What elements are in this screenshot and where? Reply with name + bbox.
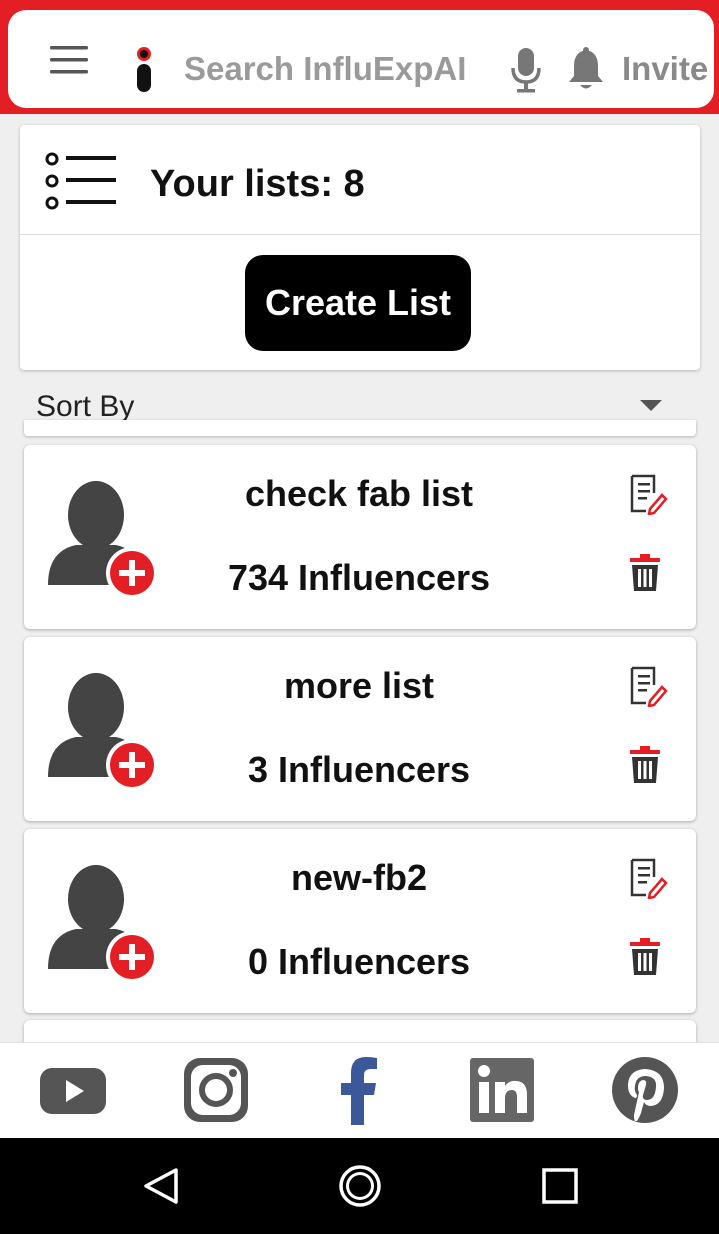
logo-icon: [137, 47, 151, 92]
lists-summary-card: Your lists: 8 Create List: [20, 125, 700, 370]
pinterest-icon[interactable]: [610, 1055, 680, 1125]
linkedin-icon[interactable]: [467, 1055, 537, 1125]
sort-label: Sort By: [36, 390, 135, 423]
divider: [20, 234, 700, 235]
trash-icon[interactable]: [628, 553, 662, 593]
influencer-count: 3 Influencers: [247, 749, 471, 790]
influencer-count: 0 Influencers: [247, 941, 471, 982]
user-add-icon: [48, 865, 158, 983]
lists-count-title: Your lists: 8: [150, 163, 365, 205]
microphone-icon[interactable]: [508, 46, 544, 94]
list-name: more list: [283, 665, 435, 706]
list-icon: [45, 152, 116, 210]
app-header: Search InfluExpAI Invite: [0, 0, 719, 114]
caret-down-icon: [640, 400, 662, 411]
trash-icon[interactable]: [628, 745, 662, 785]
user-add-icon: [48, 481, 158, 599]
list-card-partial: [24, 420, 696, 436]
edit-list-icon[interactable]: [628, 665, 668, 707]
invite-button[interactable]: Invite: [622, 50, 708, 88]
home-icon[interactable]: [336, 1162, 384, 1210]
edit-list-icon[interactable]: [628, 857, 668, 899]
list-item[interactable]: new-fb2 0 Influencers: [24, 829, 696, 1013]
instagram-icon[interactable]: [181, 1055, 251, 1125]
back-icon[interactable]: [136, 1162, 184, 1210]
facebook-icon[interactable]: [324, 1055, 394, 1125]
influencer-count: 734 Influencers: [227, 557, 491, 598]
list-item[interactable]: check fab list 734 Influencers: [24, 445, 696, 629]
list-item[interactable]: more list 3 Influencers: [24, 637, 696, 821]
menu-icon[interactable]: [44, 40, 96, 80]
list-name: new-fb2: [290, 857, 427, 898]
list-name: check fab list: [244, 473, 474, 514]
user-add-icon: [48, 673, 158, 791]
system-nav-bar: [0, 1138, 719, 1234]
trash-icon[interactable]: [628, 937, 662, 977]
recents-icon[interactable]: [536, 1162, 584, 1210]
bell-icon[interactable]: [566, 46, 606, 92]
header-bar: Search InfluExpAI Invite: [8, 10, 714, 108]
create-list-button[interactable]: Create List: [245, 255, 471, 351]
youtube-icon[interactable]: [38, 1055, 108, 1125]
search-input[interactable]: Search InfluExpAI: [184, 50, 466, 88]
social-bar: [0, 1042, 719, 1138]
edit-list-icon[interactable]: [628, 473, 668, 515]
